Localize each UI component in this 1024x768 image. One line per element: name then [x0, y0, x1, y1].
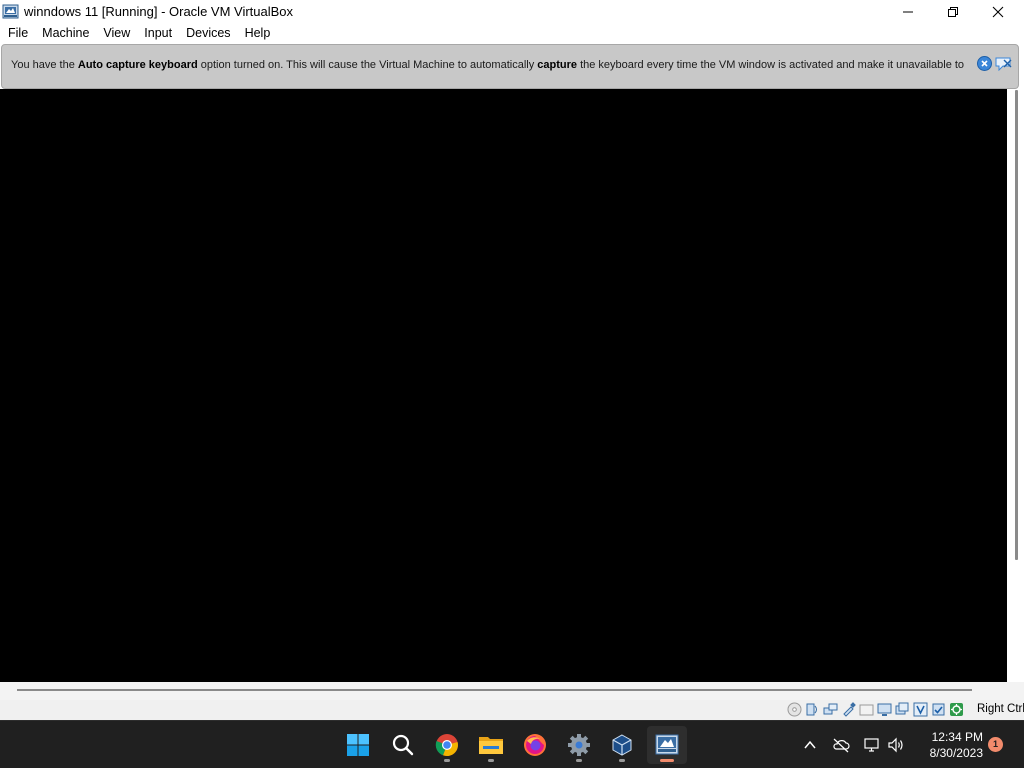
menu-help[interactable]: Help [238, 23, 278, 44]
close-icon [992, 6, 1004, 17]
taskbar-clock[interactable]: 12:34 PM 8/30/2023 [911, 729, 983, 761]
settings-icon [568, 734, 590, 756]
clock-date: 8/30/2023 [929, 746, 983, 760]
minimize-icon [903, 11, 913, 12]
recording-icon[interactable] [895, 702, 910, 717]
network-icon[interactable] [823, 702, 838, 717]
virtualization-icon[interactable] [913, 702, 928, 717]
network-status-icon[interactable] [862, 735, 882, 755]
search-icon [392, 734, 414, 756]
cpu-icon[interactable] [931, 702, 946, 717]
virtualbox-vm-icon [655, 734, 679, 755]
notification-close-icon[interactable] [977, 56, 992, 71]
windows-taskbar: 12:34 PM 8/30/2023 1 [0, 720, 1024, 768]
taskbar-settings[interactable] [559, 726, 599, 764]
display-icon[interactable] [877, 702, 892, 717]
notification-dismiss-icon[interactable] [995, 56, 1013, 71]
virtualbox-app-icon[interactable] [2, 3, 19, 20]
audio-icon[interactable] [805, 702, 820, 717]
taskbar-virtualbox[interactable] [602, 726, 642, 764]
vm-display[interactable] [0, 89, 1007, 682]
menu-machine[interactable]: Machine [35, 23, 96, 44]
horizontal-scroll-area [0, 682, 1024, 700]
taskbar-firefox[interactable] [515, 726, 555, 764]
taskbar-virtualbox-vm-window[interactable] [647, 726, 687, 764]
auto-capture-notification: You have the Auto capture keyboard optio… [1, 44, 1019, 89]
window-title: winndows 11 [Running] - Oracle VM Virtua… [24, 4, 294, 19]
usb-icon[interactable] [841, 702, 856, 717]
clock-time: 12:34 PM [931, 730, 983, 744]
vertical-scrollbar[interactable] [1015, 90, 1018, 560]
menu-file[interactable]: File [0, 23, 35, 44]
notification-center-badge[interactable]: 1 [988, 737, 1003, 752]
menu-devices[interactable]: Devices [179, 23, 237, 44]
maximize-icon [948, 6, 958, 17]
file-explorer-icon [479, 737, 503, 754]
firefox-icon [524, 734, 546, 756]
mouse-integration-icon[interactable] [949, 702, 964, 717]
title-bar[interactable]: winndows 11 [Running] - Oracle VM Virtua… [0, 0, 1024, 23]
start-button[interactable] [338, 726, 378, 764]
cloud-offline-icon[interactable] [831, 735, 851, 755]
taskbar-file-explorer[interactable] [471, 726, 511, 764]
windows-start-icon [347, 734, 369, 756]
status-bar: Right Ctrl [0, 700, 1024, 720]
menu-bar: File Machine View Input Devices Help [0, 23, 1024, 44]
host-key-label[interactable]: Right Ctrl [977, 703, 1024, 715]
volume-icon[interactable] [886, 735, 906, 755]
menu-view[interactable]: View [96, 23, 137, 44]
shared-folders-icon[interactable] [859, 702, 874, 717]
minimize-button[interactable] [885, 0, 931, 23]
close-button[interactable] [975, 0, 1021, 23]
optical-drive-icon[interactable] [787, 702, 802, 717]
show-hidden-icons-chevron[interactable] [800, 735, 820, 755]
taskbar-search-button[interactable] [383, 726, 423, 764]
horizontal-scrollbar[interactable] [17, 689, 972, 691]
chrome-icon [435, 734, 458, 757]
maximize-button[interactable] [930, 0, 976, 23]
taskbar-chrome[interactable] [427, 726, 467, 764]
virtualbox-icon [612, 734, 632, 756]
notification-message: You have the Auto capture keyboard optio… [11, 59, 965, 71]
menu-input[interactable]: Input [137, 23, 179, 44]
